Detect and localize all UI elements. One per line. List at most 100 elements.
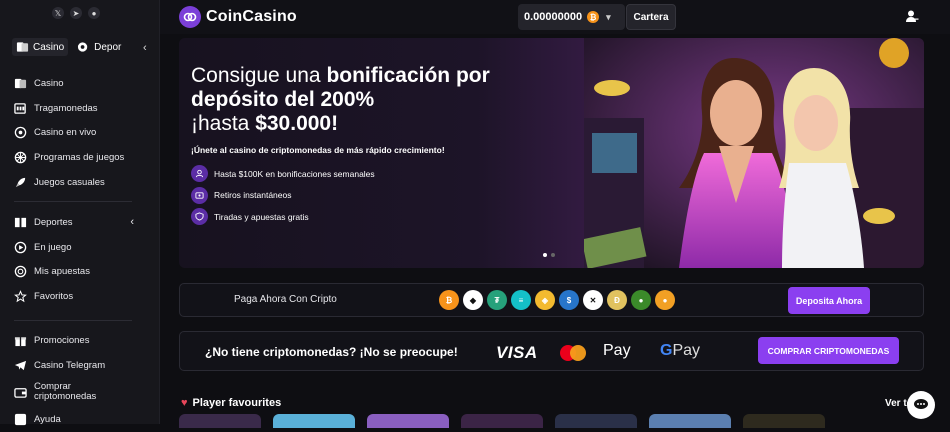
crypto-coin-list: ₿ ◆ ₮ ≡ ◈ $ ✕ Ð ● ● bbox=[439, 290, 675, 310]
sidebar-item-label: En juego bbox=[34, 241, 72, 253]
sidebar-item-in-play[interactable]: En juego bbox=[14, 235, 134, 260]
social-links: 𝕏 ➤ ● bbox=[0, 0, 159, 19]
hero-text: Consigue una bonificación por depósito d… bbox=[191, 64, 571, 228]
game-thumbnail[interactable] bbox=[273, 414, 355, 428]
divider bbox=[14, 320, 132, 321]
sidebar-item-label: Casino bbox=[34, 77, 64, 89]
xrp-coin-icon: ✕ bbox=[583, 290, 603, 310]
sidebar-item-casual-games[interactable]: Juegos casuales bbox=[14, 170, 134, 195]
solana-coin-icon: ≡ bbox=[511, 290, 531, 310]
user-profile-icon[interactable] bbox=[905, 9, 919, 23]
logo-mark-icon bbox=[179, 6, 201, 28]
brand-name: CoinCasino bbox=[206, 8, 297, 25]
sidebar-item-telegram[interactable]: Casino Telegram bbox=[14, 353, 134, 378]
sidebar-item-label: Promociones bbox=[34, 334, 90, 346]
casino-nav: Casino Tragamonedas Casino en vivo Progr… bbox=[14, 71, 134, 194]
switch-sports[interactable]: Depor bbox=[73, 38, 125, 56]
sidebar-item-my-bets[interactable]: Mis apuestas bbox=[14, 259, 134, 284]
favourites-carousel bbox=[179, 414, 825, 428]
switch-casino[interactable]: Casino bbox=[12, 38, 69, 56]
cards-icon bbox=[16, 42, 29, 52]
topbar: CoinCasino 0.00000000 ₿ ▾ Cartera bbox=[160, 0, 950, 34]
sidebar-item-sports[interactable]: Deportes ‹ bbox=[14, 210, 134, 235]
sidebar-item-help[interactable]: Ayuda bbox=[14, 407, 134, 432]
sports-nav: Deportes ‹ En juego Mis apuestas Favorit… bbox=[14, 210, 134, 309]
sidebar-item-slots[interactable]: Tragamonedas bbox=[14, 96, 134, 121]
tether-coin-icon: ₮ bbox=[487, 290, 507, 310]
cartera-button[interactable]: Cartera bbox=[626, 4, 676, 30]
google-g-icon: G bbox=[660, 342, 673, 359]
carousel-dot[interactable] bbox=[551, 253, 555, 257]
sidebar-item-favourites[interactable]: Favoritos bbox=[14, 284, 134, 309]
usdc-coin-icon: $ bbox=[559, 290, 579, 310]
sidebar-item-promotions[interactable]: Promociones bbox=[14, 328, 134, 353]
hero-bullet-text: Hasta $100K en bonificaciones semanales bbox=[214, 168, 375, 179]
chevron-left-icon[interactable]: ‹ bbox=[130, 216, 134, 228]
wallet-balance: 0.00000000 bbox=[524, 11, 583, 23]
star-icon bbox=[14, 290, 27, 303]
sidebar-item-label: Tragamonedas bbox=[34, 102, 98, 114]
deposit-now-button[interactable]: Deposita Ahora bbox=[788, 287, 870, 314]
brand-logo[interactable]: CoinCasino bbox=[179, 6, 297, 28]
player-favourites-title: Player favourites bbox=[192, 397, 282, 409]
coin-icon bbox=[14, 265, 27, 278]
sidebar-item-buy-crypto[interactable]: Comprar criptomonedas bbox=[14, 377, 134, 407]
visa-logo: VISA bbox=[496, 343, 538, 362]
headline-part: $30.000! bbox=[255, 112, 339, 135]
hero-headline: Consigue una bonificación por depósito d… bbox=[191, 64, 571, 136]
other-nav: Promociones Casino Telegram Comprar crip… bbox=[14, 328, 134, 432]
sidebar-item-label: Mis apuestas bbox=[34, 266, 90, 278]
game-thumbnail[interactable] bbox=[461, 414, 543, 428]
game-thumbnail[interactable] bbox=[649, 414, 731, 428]
mastercard-logo bbox=[560, 345, 586, 361]
x-icon[interactable]: 𝕏 bbox=[52, 7, 64, 19]
slot-machine-icon bbox=[14, 102, 26, 114]
bitcoin-coin-icon: ₿ bbox=[439, 290, 459, 310]
google-pay-logo: GPay bbox=[660, 342, 700, 360]
apple-pay-logo: Pay bbox=[603, 342, 631, 360]
ethereum-coin-icon: ◆ bbox=[463, 290, 483, 310]
bitcoin-icon: ₿ bbox=[587, 11, 600, 23]
bnb-coin-icon: ◈ bbox=[535, 290, 555, 310]
sidebar-item-label: Juegos casuales bbox=[34, 176, 105, 188]
sidebar-item-label: Deportes bbox=[34, 216, 73, 228]
wallet-icon bbox=[14, 388, 27, 398]
chevron-down-icon: ▾ bbox=[606, 11, 611, 22]
game-thumbnail[interactable] bbox=[555, 414, 637, 428]
crypto-pay-label: Paga Ahora Con Cripto bbox=[234, 294, 337, 305]
help-icon bbox=[14, 414, 27, 426]
dogecoin-coin-icon: Ð bbox=[607, 290, 627, 310]
divider bbox=[14, 201, 132, 202]
apple-pay-text: Pay bbox=[603, 342, 631, 359]
hero-banner[interactable]: Consigue una bonificación por depósito d… bbox=[179, 38, 924, 268]
sidebar-item-live-casino[interactable]: Casino en vivo bbox=[14, 120, 134, 145]
gift-icon bbox=[14, 336, 27, 346]
telegram-icon bbox=[14, 360, 27, 370]
sidebar-item-label: Favoritos bbox=[34, 290, 74, 302]
discord-icon[interactable]: ● bbox=[88, 7, 100, 19]
sidebar-item-label: Casino en vivo bbox=[34, 127, 97, 139]
live-chat-button[interactable] bbox=[907, 391, 935, 419]
wallet-balance-selector[interactable]: 0.00000000 ₿ ▾ bbox=[518, 4, 625, 30]
game-thumbnail[interactable] bbox=[179, 414, 261, 428]
player-favourites-heading: ♥ Player favourites bbox=[181, 397, 281, 409]
crypto-pay-bar: Paga Ahora Con Cripto ₿ ◆ ₮ ≡ ◈ $ ✕ Ð ● ● Deposit… bbox=[179, 283, 924, 317]
casino-sports-switch: Casino Depor bbox=[12, 38, 125, 56]
hero-bullets: Hasta $100K en bonificaciones semanales … bbox=[191, 163, 571, 228]
google-pay-text: Pay bbox=[672, 342, 701, 359]
game-thumbnail[interactable] bbox=[367, 414, 449, 428]
hero-tagline: ¡Únete al casino de criptomonedas de más… bbox=[191, 145, 445, 155]
hero-bullet-text: Retiros instantáneos bbox=[214, 190, 292, 201]
chat-icon bbox=[914, 399, 928, 409]
buy-crypto-bar: ¿No tiene criptomonedas? ¡No se preocupe… bbox=[179, 331, 924, 371]
sidebar-item-game-shows[interactable]: Programas de juegos bbox=[14, 145, 134, 170]
carousel-dots bbox=[543, 253, 555, 257]
telegram-icon[interactable]: ➤ bbox=[70, 7, 82, 19]
buy-crypto-button[interactable]: COMPRAR CRIPTOMONEDAS bbox=[758, 337, 899, 364]
sidebar-item-casino[interactable]: Casino bbox=[14, 71, 134, 96]
game-thumbnail[interactable] bbox=[743, 414, 825, 428]
carousel-dot[interactable] bbox=[543, 253, 547, 257]
headline-part: bonificación por bbox=[326, 64, 490, 87]
hero-bullet: Tiradas y apuestas gratis bbox=[191, 206, 571, 228]
collapse-sidebar-icon[interactable]: ‹ bbox=[143, 42, 147, 54]
